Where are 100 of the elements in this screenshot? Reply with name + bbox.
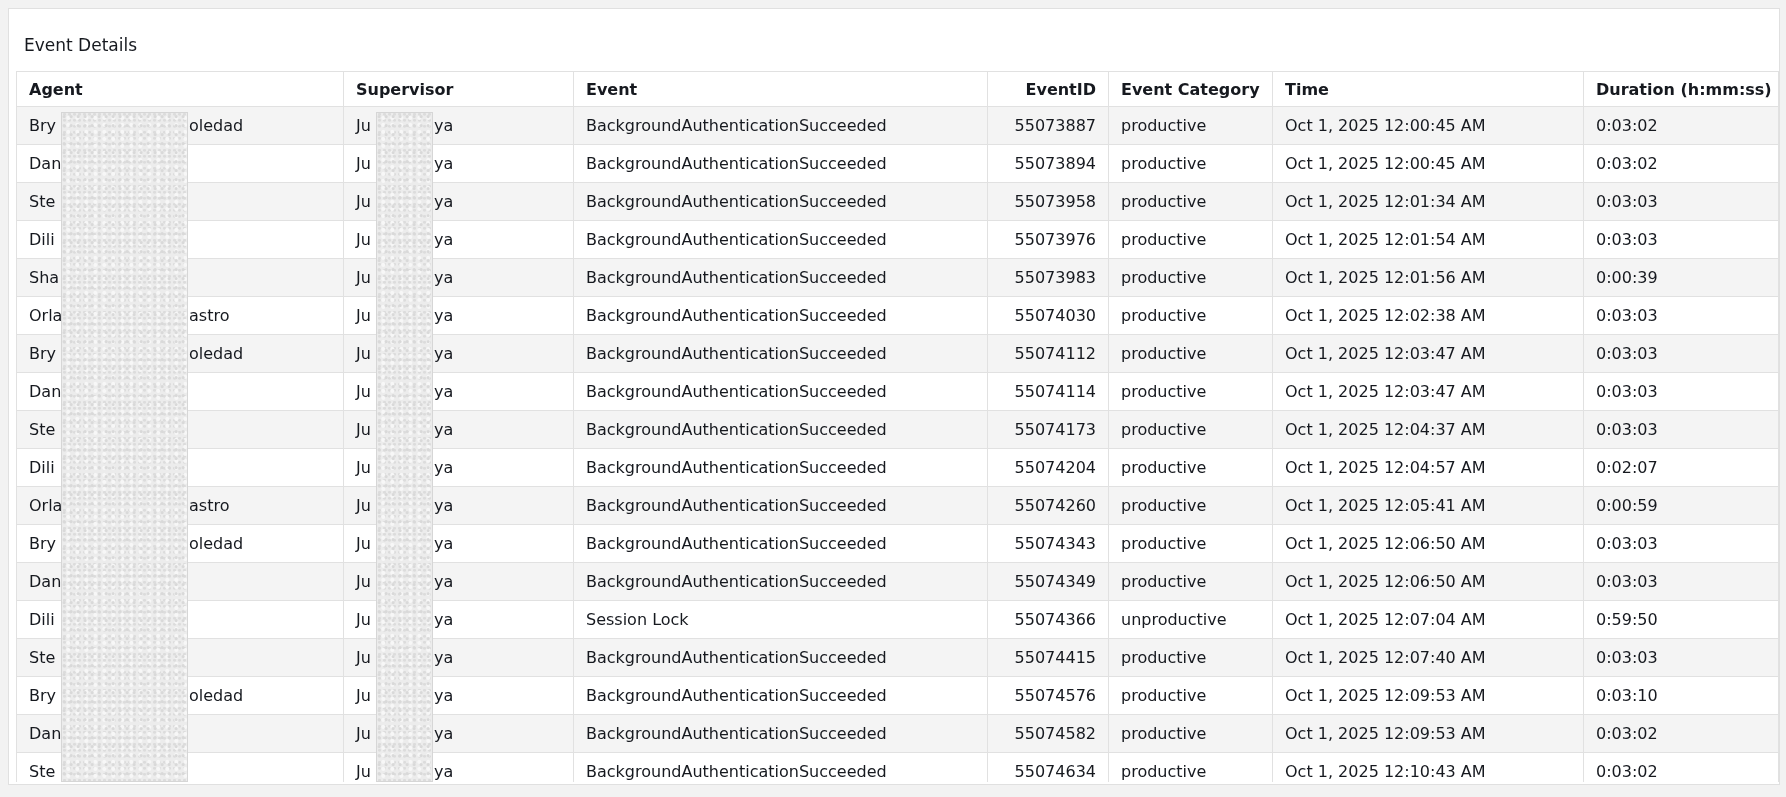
duration-cell: 0:03:03 — [1583, 372, 1779, 411]
event-category-cell: productive — [1108, 296, 1273, 335]
duration-cell: 0:03:03 — [1583, 182, 1779, 221]
supervisor-cell-text: Ju — [356, 458, 372, 477]
event-id-header[interactable]: EventID — [987, 71, 1109, 107]
agent-cell-text: Dan — [29, 572, 63, 591]
time-cell: Oct 1, 2025 12:03:47 AM — [1272, 372, 1584, 411]
event-id-cell: 55074582 — [987, 714, 1109, 753]
duration-cell: 0:03:02 — [1583, 752, 1779, 782]
event-cell: BackgroundAuthenticationSucceeded — [573, 410, 988, 449]
supervisor-cell-text: ya — [434, 724, 455, 743]
supervisor-cell-text: ya — [434, 192, 455, 211]
supervisor-cell-text: Ju — [356, 496, 372, 515]
supervisor-cell-text: ya — [434, 648, 455, 667]
time-cell: Oct 1, 2025 12:05:41 AM — [1272, 486, 1584, 525]
agent-cell-text: oledad — [189, 116, 245, 135]
supervisor-cell-text: Ju — [356, 534, 372, 553]
time-cell: Oct 1, 2025 12:01:54 AM — [1272, 220, 1584, 259]
time-cell: Oct 1, 2025 12:00:45 AM — [1272, 106, 1584, 145]
event-category-header[interactable]: Event Category — [1108, 71, 1273, 107]
event-cell: BackgroundAuthenticationSucceeded — [573, 562, 988, 601]
time-cell: Oct 1, 2025 12:09:53 AM — [1272, 676, 1584, 715]
event-category-cell: productive — [1108, 486, 1273, 525]
time-cell: Oct 1, 2025 12:01:34 AM — [1272, 182, 1584, 221]
agent-cell-text: Dili — [29, 610, 56, 629]
agent-header[interactable]: Agent — [16, 71, 344, 107]
time-cell: Oct 1, 2025 12:10:43 AM — [1272, 752, 1584, 782]
event-category-cell: productive — [1108, 220, 1273, 259]
supervisor-cell-text: Ju — [356, 610, 372, 629]
supervisor-cell-text: Ju — [356, 116, 372, 135]
supervisor-cell-text: ya — [434, 572, 455, 591]
event-id-cell: 55074112 — [987, 334, 1109, 373]
supervisor-cell-text: ya — [434, 268, 455, 287]
supervisor-cell-text: ya — [434, 458, 455, 477]
agent-cell-text: Orla — [29, 306, 64, 325]
agent-cell-text: Dan — [29, 154, 63, 173]
agent-cell-text: Ste — [29, 420, 57, 439]
event-cell: BackgroundAuthenticationSucceeded — [573, 752, 988, 782]
agent-cell-text: Bry — [29, 116, 58, 135]
event-header[interactable]: Event — [573, 71, 988, 107]
agent-cell-text: astro — [189, 496, 231, 515]
duration-cell: 0:03:03 — [1583, 296, 1779, 335]
duration-cell: 0:02:07 — [1583, 448, 1779, 487]
time-cell: Oct 1, 2025 12:01:56 AM — [1272, 258, 1584, 297]
agent-cell-text: Dan — [29, 724, 63, 743]
supervisor-cell-text: ya — [434, 154, 455, 173]
supervisor-cell-text: Ju — [356, 192, 372, 211]
event-id-cell: 55074260 — [987, 486, 1109, 525]
agent-cell-text: Dan — [29, 382, 63, 401]
supervisor-cell-text: Ju — [356, 306, 372, 325]
event-id-cell: 55074204 — [987, 448, 1109, 487]
time-cell: Oct 1, 2025 12:09:53 AM — [1272, 714, 1584, 753]
supervisor-cell-text: Ju — [356, 724, 372, 743]
supervisor-header[interactable]: Supervisor — [343, 71, 574, 107]
agent-cell-text: Sha — [29, 268, 61, 287]
event-cell: BackgroundAuthenticationSucceeded — [573, 220, 988, 259]
supervisor-cell-text: Ju — [356, 344, 372, 363]
event-id-cell: 55073983 — [987, 258, 1109, 297]
event-category-cell: unproductive — [1108, 600, 1273, 639]
duration-cell: 0:00:59 — [1583, 486, 1779, 525]
agent-cell-text: Orla — [29, 496, 64, 515]
time-cell: Oct 1, 2025 12:00:45 AM — [1272, 144, 1584, 183]
agent-cell-text: oledad — [189, 686, 245, 705]
event-category-cell: productive — [1108, 714, 1273, 753]
event-category-cell: productive — [1108, 182, 1273, 221]
time-cell: Oct 1, 2025 12:07:40 AM — [1272, 638, 1584, 677]
supervisor-cell-text: ya — [434, 116, 455, 135]
agent-cell-text: astro — [189, 306, 231, 325]
agent-cell-text: oledad — [189, 534, 245, 553]
time-cell: Oct 1, 2025 12:06:50 AM — [1272, 562, 1584, 601]
event-category-cell: productive — [1108, 676, 1273, 715]
duration-cell: 0:03:02 — [1583, 144, 1779, 183]
event-category-cell: productive — [1108, 106, 1273, 145]
supervisor-cell-text: Ju — [356, 420, 372, 439]
agent-cell-text: Dili — [29, 458, 56, 477]
duration-cell: 0:00:39 — [1583, 258, 1779, 297]
event-id-cell: 55074114 — [987, 372, 1109, 411]
supervisor-cell-text: ya — [434, 306, 455, 325]
event-id-cell: 55074634 — [987, 752, 1109, 782]
duration-header[interactable]: Duration (h:mm:ss) — [1583, 71, 1779, 107]
event-category-cell: productive — [1108, 144, 1273, 183]
supervisor-cell-text: Ju — [356, 648, 372, 667]
time-cell: Oct 1, 2025 12:07:04 AM — [1272, 600, 1584, 639]
duration-cell: 0:03:02 — [1583, 714, 1779, 753]
supervisor-cell-text: Ju — [356, 154, 372, 173]
event-cell: BackgroundAuthenticationSucceeded — [573, 182, 988, 221]
event-id-cell: 55074366 — [987, 600, 1109, 639]
supervisor-cell-text: Ju — [356, 686, 372, 705]
event-cell: BackgroundAuthenticationSucceeded — [573, 258, 988, 297]
supervisor-cell-text: Ju — [356, 268, 372, 287]
event-id-cell: 55074030 — [987, 296, 1109, 335]
event-cell: BackgroundAuthenticationSucceeded — [573, 676, 988, 715]
supervisor-cell-text: Ju — [356, 230, 372, 249]
time-cell: Oct 1, 2025 12:04:37 AM — [1272, 410, 1584, 449]
event-id-cell: 55073958 — [987, 182, 1109, 221]
supervisor-cell-text: Ju — [356, 762, 372, 781]
time-header[interactable]: Time — [1272, 71, 1584, 107]
agent-cell-text: oledad — [189, 344, 245, 363]
event-id-cell: 55073894 — [987, 144, 1109, 183]
event-category-cell: productive — [1108, 524, 1273, 563]
